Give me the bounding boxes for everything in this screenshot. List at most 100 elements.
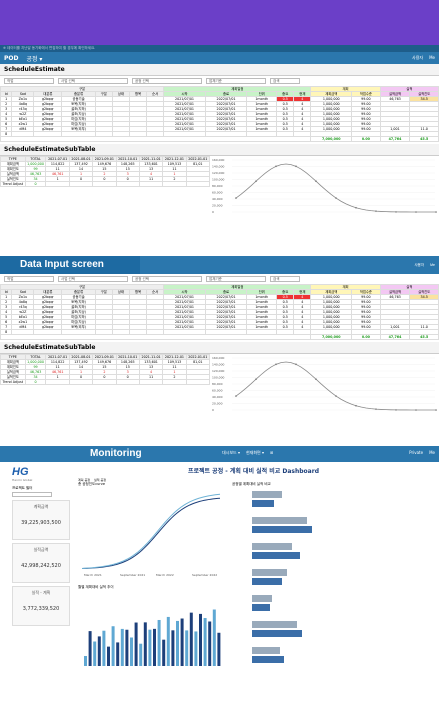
- me-menu[interactable]: Me: [429, 55, 435, 61]
- monthly-bar: [120, 628, 124, 666]
- kpi-card-actual: 실적금액 42,998,242,520: [12, 543, 70, 583]
- navbar: POD 공정 ▾ 사용자 Me: [0, 52, 439, 64]
- hbar-actual: [252, 578, 282, 585]
- sub-section-title: ScheduleEstimateSubTable: [0, 144, 439, 156]
- brand[interactable]: POD: [4, 55, 18, 62]
- business-select[interactable]: 사업 선택: [58, 276, 128, 282]
- monthly-bar: [194, 631, 198, 666]
- monthly-bar: [148, 629, 152, 666]
- sub-column-header: 2021-12-01: [162, 354, 187, 360]
- sub-table-cell: [185, 379, 211, 385]
- monthly-bar: [180, 618, 184, 666]
- company-select[interactable]: 업체기준: [206, 78, 266, 84]
- monthly-bar: [97, 636, 101, 666]
- work-filter[interactable]: 작업: [4, 78, 54, 84]
- sub-table-cell: Trend Adjust: [0, 379, 26, 385]
- hbar-plan: [252, 595, 272, 602]
- hbar-actual: [252, 500, 274, 507]
- sub-table-row: 계획금액 1,000,000 114,822 137,492 149,676 148,26…: [0, 161, 211, 167]
- sub-column-header: 2021-08-01: [68, 354, 94, 360]
- sub-table-cell: [68, 181, 94, 187]
- view-menu[interactable]: 현재화면 ▾: [246, 450, 264, 456]
- data-input-label: Data Input screen: [20, 259, 104, 270]
- search-button[interactable]: 검색: [270, 276, 300, 282]
- curve-line: [235, 361, 437, 411]
- company-select[interactable]: 업체기준: [206, 276, 266, 282]
- project-filter[interactable]: [12, 492, 52, 497]
- monthly-bar: [153, 628, 156, 666]
- y-tick-label: 40,000: [212, 197, 223, 201]
- y-tick-label: 120,000: [212, 369, 224, 373]
- top-banner: [0, 0, 439, 45]
- sub-table-cell: [45, 181, 70, 187]
- plan-line: [81, 497, 221, 569]
- monthly-bar: [93, 641, 97, 666]
- user-menu[interactable]: 사용자: [412, 55, 423, 61]
- x-tick-label: September 2022: [192, 573, 217, 577]
- work-filter[interactable]: 작업: [4, 276, 54, 282]
- sub-table-cell: 0: [24, 379, 47, 385]
- y-tick-label: 140,000: [212, 363, 224, 367]
- kpi-card-plan: 계획금액 39,225,903,500: [12, 500, 70, 540]
- nav-menu[interactable]: 공정 ▾: [26, 54, 42, 63]
- center-column: 프로젝트 공정 - 계획 대비 실적 비교 Dashboard 계획 공정 실적…: [70, 466, 429, 710]
- me-menu[interactable]: Me: [429, 450, 435, 455]
- sub-table-cell: [162, 181, 187, 187]
- process-select[interactable]: 공정 선택: [132, 78, 202, 84]
- s-curve-chart: 160,000 140,000 120,000 100,000 80,000 60,000…: [210, 156, 439, 220]
- grid-icon[interactable]: ⊞: [270, 450, 273, 456]
- sum-cell: 45.5: [409, 136, 439, 142]
- monthly-bar: [171, 630, 175, 666]
- monthly-bar: [217, 632, 221, 666]
- sum-cell: 47,764: [379, 136, 411, 142]
- dashboard-menu[interactable]: 대시보드 ▾: [222, 450, 240, 456]
- y-tick-label: 20,000: [212, 402, 223, 406]
- hbar-actual: [252, 552, 300, 559]
- monthly-bar-chart: [84, 609, 221, 666]
- monthly-bar: [111, 626, 115, 666]
- sub-column-header: 2021-08-01: [68, 156, 94, 162]
- schedule-estimate-screen: ※ 데이터를 지난달 동기화에서 편집하여 할 경우에 확인하세요. POD 공…: [0, 45, 439, 256]
- sub-table-cell: 1,000,000: [24, 359, 47, 365]
- x-tick-label: March 2021: [84, 573, 102, 577]
- x-tick-label: March 2022: [156, 573, 174, 577]
- monthly-bar: [203, 618, 207, 666]
- y-tick-label: 160,000: [212, 158, 224, 162]
- hbar-actual: [252, 630, 302, 637]
- y-tick-label: 100,000: [212, 376, 224, 380]
- hbar-chart: 공정별 계획대비 실적 비교: [232, 482, 429, 681]
- monthly-bar: [166, 616, 170, 666]
- company-logo: HG: [12, 466, 29, 478]
- hbar-actual: [252, 526, 312, 533]
- sub-table-cell: Trend Adjust: [0, 181, 26, 187]
- sub-table-cell: [68, 379, 94, 385]
- hbar-actual: [252, 604, 270, 611]
- sub-table-cell: 1,000,000: [24, 161, 47, 167]
- section-title: ScheduleEstimate: [0, 64, 439, 76]
- search-button[interactable]: 검색: [270, 78, 300, 84]
- y-tick-label: 160,000: [212, 356, 224, 360]
- sub-table-cell: [162, 379, 187, 385]
- process-select[interactable]: 공정 선택: [132, 276, 202, 282]
- y-tick-label: 80,000: [212, 382, 223, 386]
- sub-table-row: Trend Adjust 0: [0, 181, 211, 187]
- sub-column-header: 2022-01-01: [185, 354, 211, 360]
- private-menu[interactable]: Private: [409, 450, 423, 455]
- filter-label: 프로젝트 필터: [12, 486, 33, 490]
- monthly-bar: [130, 637, 133, 666]
- user-menu[interactable]: 사용자: [414, 256, 424, 274]
- hbar-svg: [252, 491, 312, 663]
- monthly-bar: [189, 612, 193, 666]
- sub-table-cell: [138, 379, 164, 385]
- business-select[interactable]: 사업 선택: [58, 78, 128, 84]
- sub-table: TYPE TOTAL 2021-07-01 2021-08-01 2021-09-01 2…: [0, 156, 211, 187]
- sub-column-header: 2021-07-01: [45, 354, 70, 360]
- dashboard-title: 프로젝트 공정 - 계획 대비 실적 비교 Dashboard: [188, 468, 319, 475]
- monthly-bar: [107, 646, 110, 666]
- y-tick-label: 100,000: [212, 178, 224, 182]
- me-menu[interactable]: Me: [430, 256, 435, 274]
- hbar-plan: [252, 491, 282, 498]
- monthly-bar: [185, 630, 189, 666]
- hbar-plan: [252, 647, 280, 654]
- sub-column-header: 2021-11-01: [138, 354, 164, 360]
